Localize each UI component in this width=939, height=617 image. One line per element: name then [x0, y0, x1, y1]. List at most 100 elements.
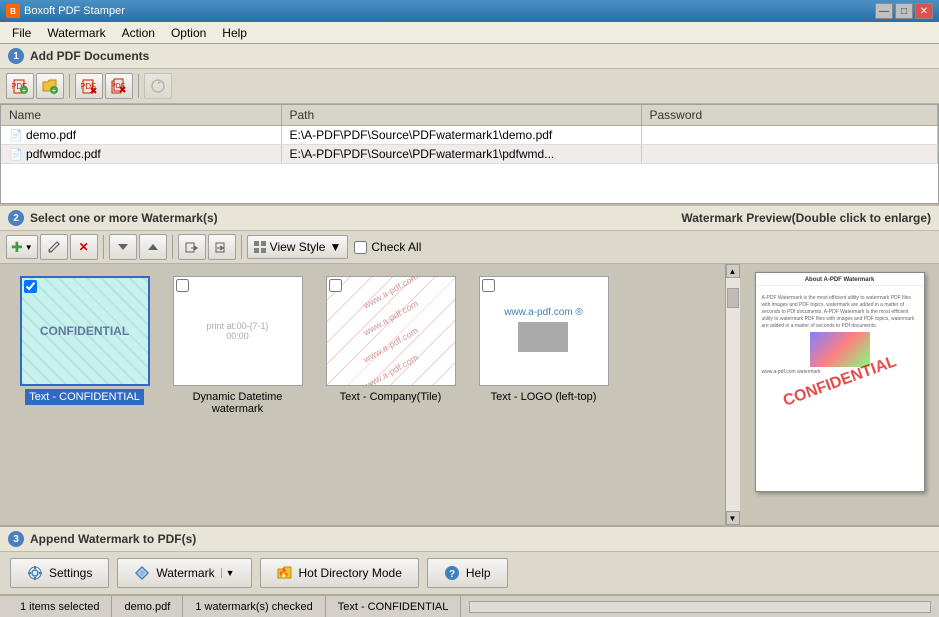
section1-number: 1: [8, 48, 24, 64]
wm-separator3: [241, 235, 242, 259]
section3-title: Append Watermark to PDF(s): [30, 532, 196, 546]
watermark-grid-area: CONFIDENTIAL Text - CONFIDENTIAL print a…: [0, 264, 939, 525]
close-button[interactable]: ✕: [915, 3, 933, 19]
title-bar: B Boxoft PDF Stamper — □ ✕: [0, 0, 939, 22]
wm-checkbox-3[interactable]: [329, 279, 342, 292]
file-password: [641, 126, 938, 145]
wm-thumb-1: CONFIDENTIAL: [20, 276, 150, 386]
edit-watermark-button[interactable]: [40, 234, 68, 260]
svg-text:+: +: [52, 86, 57, 94]
datetime-watermark: print at:00-{7-1} 00:00: [174, 277, 302, 385]
scroll-down-arrow[interactable]: ▼: [726, 511, 740, 525]
file-section: 1 Add PDF Documents PDF + +: [0, 44, 939, 204]
check-all-text: Check All: [371, 240, 421, 254]
hot-directory-button[interactable]: 🔥 Hot Directory Mode: [260, 558, 419, 588]
preview-header: About A-PDF Watermark: [756, 273, 924, 286]
status-watermarks-checked: 1 watermark(s) checked: [183, 596, 325, 617]
section2-number: 2: [8, 210, 24, 226]
help-button[interactable]: ? Help: [427, 558, 508, 588]
import-button[interactable]: [178, 234, 206, 260]
confidential-watermark: CONFIDENTIAL: [22, 278, 148, 384]
wm-checkbox-4[interactable]: [482, 279, 495, 292]
wm-toolbar: ✚ ▼ ✕: [0, 231, 939, 264]
watermark-item-4[interactable]: www.a-pdf.com ® Text - LOGO (left-top): [471, 276, 616, 417]
window-controls: — □ ✕: [875, 3, 933, 19]
file-name: 📄 demo.pdf: [1, 126, 281, 145]
minimize-button[interactable]: —: [875, 3, 893, 19]
hot-directory-label: Hot Directory Mode: [299, 566, 402, 580]
menu-action[interactable]: Action: [114, 24, 163, 42]
status-bar: 1 items selected demo.pdf 1 watermark(s)…: [0, 595, 939, 617]
add-pdf-button[interactable]: PDF +: [6, 73, 34, 99]
help-label: Help: [466, 566, 491, 580]
file-list-container: Name Path Password 📄 demo.pdf E:\A-PDF\P…: [0, 104, 939, 204]
wm-preview-box[interactable]: About A-PDF Watermark A-PDF Watermark is…: [755, 272, 925, 492]
watermark-header: 2 Select one or more Watermark(s) Waterm…: [0, 204, 939, 231]
delete-watermark-button[interactable]: ✕: [70, 234, 98, 260]
watermark-button[interactable]: Watermark ▼: [117, 558, 251, 588]
wm-thumb-3: www.a-pdf.com www.a-pdf.com www.a-pdf.co…: [326, 276, 456, 386]
export-button[interactable]: [208, 234, 236, 260]
add-dropdown-arrow: ▼: [25, 243, 33, 252]
wm-thumb-4: www.a-pdf.com ®: [479, 276, 609, 386]
wm-label-2: Dynamic Datetimewatermark: [189, 389, 287, 417]
add-watermark-button[interactable]: ✚ ▼: [6, 235, 38, 259]
view-style-arrow: ▼: [329, 240, 341, 254]
section1-title: Add PDF Documents: [30, 49, 149, 63]
add-folder-button[interactable]: +: [36, 73, 64, 99]
watermark-item-2[interactable]: print at:00-{7-1} 00:00 Dynamic Datetime…: [165, 276, 310, 417]
watermark-item-3[interactable]: www.a-pdf.com www.a-pdf.com www.a-pdf.co…: [318, 276, 463, 417]
scroll-thumb[interactable]: [727, 288, 739, 308]
move-up-button[interactable]: [139, 234, 167, 260]
settings-button[interactable]: Settings: [10, 558, 109, 588]
watermark-dropdown-arrow[interactable]: ▼: [221, 568, 235, 578]
status-items-selected: 1 items selected: [8, 596, 112, 617]
bottom-buttons: Settings Watermark ▼ 🔥 Hot Directory Mod…: [0, 552, 939, 595]
status-file-name: demo.pdf: [112, 596, 183, 617]
move-down-button[interactable]: [109, 234, 137, 260]
scroll-track: [726, 278, 740, 511]
remove-all-button[interactable]: PDF: [105, 73, 133, 99]
check-all-label[interactable]: Check All: [354, 240, 421, 254]
view-style-button[interactable]: View Style ▼: [247, 235, 349, 259]
wm-thumb-2: print at:00-{7-1} 00:00: [173, 276, 303, 386]
menu-watermark[interactable]: Watermark: [39, 24, 113, 42]
wm-separator2: [172, 235, 173, 259]
status-progress-bar: [469, 601, 931, 613]
wm-checkbox-2[interactable]: [176, 279, 189, 292]
app-icon: B: [6, 4, 20, 18]
main-content: 1 Add PDF Documents PDF + +: [0, 44, 939, 617]
title-bar-left: B Boxoft PDF Stamper: [6, 4, 125, 18]
maximize-button[interactable]: □: [895, 3, 913, 19]
refresh-button[interactable]: [144, 73, 172, 99]
company-watermark: www.a-pdf.com www.a-pdf.com www.a-pdf.co…: [327, 277, 455, 385]
section3-number: 3: [8, 531, 24, 547]
wm-checkbox-1[interactable]: [24, 280, 37, 293]
table-row[interactable]: 📄 demo.pdf E:\A-PDF\PDF\Source\PDFwaterm…: [1, 126, 938, 145]
file-path: E:\A-PDF\PDF\Source\PDFwatermark1\demo.p…: [281, 126, 641, 145]
col-name: Name: [1, 105, 281, 126]
check-all-checkbox[interactable]: [354, 241, 367, 254]
section1-header: 1 Add PDF Documents: [0, 44, 939, 69]
view-style-label: View Style: [270, 240, 326, 254]
file-password: [641, 145, 938, 164]
menu-option[interactable]: Option: [163, 24, 214, 42]
watermark-item-1[interactable]: CONFIDENTIAL Text - CONFIDENTIAL: [12, 276, 157, 417]
watermark-icon: [134, 565, 150, 581]
menu-bar: File Watermark Action Option Help: [0, 22, 939, 44]
table-row[interactable]: 📄 pdfwmdoc.pdf E:\A-PDF\PDF\Source\PDFwa…: [1, 145, 938, 164]
menu-file[interactable]: File: [4, 24, 39, 42]
remove-button[interactable]: PDF: [75, 73, 103, 99]
menu-help[interactable]: Help: [214, 24, 255, 42]
scroll-up-arrow[interactable]: ▲: [726, 264, 740, 278]
watermark-label: Watermark: [156, 566, 214, 580]
section2-title: Select one or more Watermark(s): [30, 211, 218, 225]
wm-preview-sidebar: About A-PDF Watermark A-PDF Watermark is…: [739, 264, 939, 525]
col-path: Path: [281, 105, 641, 126]
file-path: E:\A-PDF\PDF\Source\PDFwatermark1\pdfwmd…: [281, 145, 641, 164]
preview-image: [810, 332, 870, 367]
wm-label-4: Text - LOGO (left-top): [487, 389, 601, 405]
watermark-preview-label: Watermark Preview(Double click to enlarg…: [681, 211, 931, 225]
settings-icon: [27, 565, 43, 581]
toolbar-separator: [69, 74, 70, 98]
